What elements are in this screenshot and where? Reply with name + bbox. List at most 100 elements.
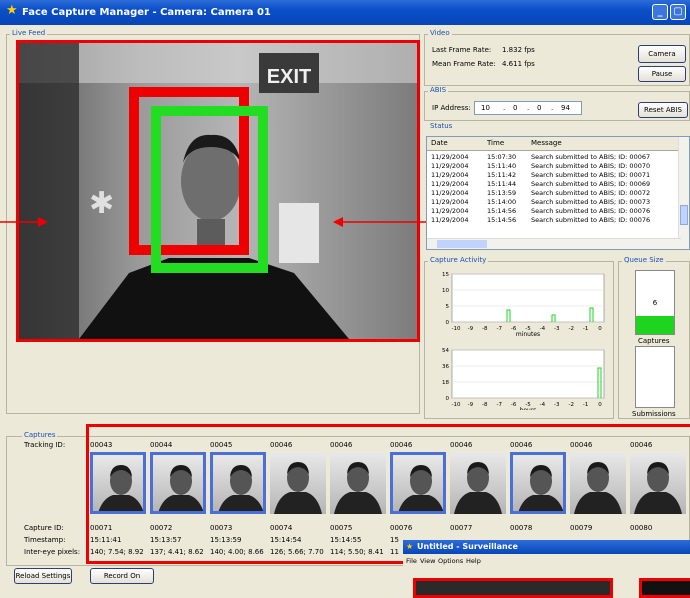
chart-y-tick: 10 (442, 288, 449, 294)
col-message[interactable]: Message (531, 139, 562, 147)
window-titlebar[interactable]: ★ Face Capture Manager - Camera: Camera … (0, 0, 690, 25)
ip-address-input[interactable]: 10 . 0 . 0 . 94 (474, 101, 582, 115)
status-time: 15:07:30 (487, 153, 517, 161)
status-hscroll-thumb[interactable] (437, 240, 487, 248)
status-row[interactable]: 11/29/2004 15:14:56 Search submitted to AB… (427, 216, 685, 224)
status-time: 15:11:42 (487, 171, 517, 179)
status-row[interactable]: 11/29/2004 15:14:56 Search submitted to AB… (427, 207, 685, 215)
status-message: Search submitted to ABIS; ID: 00071 (531, 171, 651, 179)
status-table[interactable]: Date Time Message 11/29/2004 15:07:30 Sear… (426, 136, 690, 250)
hours-chart: 5436180-10-9-8-7-6-5-4-3-2-10hours (442, 348, 605, 410)
pause-button[interactable]: Pause (638, 66, 686, 82)
queue-size-legend: Queue Size (622, 256, 666, 264)
annotation-arrows (0, 217, 430, 227)
chart-x-tick: -2 (568, 402, 573, 408)
reset-abis-button[interactable]: Reset ABIS (638, 102, 688, 118)
status-scrollbar[interactable] (678, 137, 689, 249)
menu-help[interactable]: Help (466, 557, 481, 565)
chart-x-label: minutes (516, 331, 540, 338)
submissions-queue-gauge (635, 346, 675, 408)
chart-x-label: hours (520, 407, 537, 410)
status-message: Search submitted to ABIS; ID: 00076 (531, 216, 651, 224)
col-time[interactable]: Time (487, 139, 504, 147)
status-time: 15:14:00 (487, 198, 517, 206)
intereye-label: Inter-eye pixels: (24, 548, 81, 556)
reload-settings-button[interactable]: Reload Settings (14, 568, 72, 584)
status-date: 11/29/2004 (431, 162, 469, 170)
ip-octet-3: 0 (537, 104, 542, 112)
surveillance-titlebar[interactable]: ★ Untitled - Surveillance (403, 540, 690, 554)
menu-file[interactable]: File (406, 557, 417, 565)
status-date: 11/29/2004 (431, 153, 469, 161)
status-scroll-thumb[interactable] (680, 205, 688, 225)
mean-frame-rate-value: 4.611 fps (502, 60, 535, 68)
minimize-icon[interactable]: _ (652, 4, 668, 20)
surveillance-window[interactable]: ★ Untitled - Surveillance File View Opti… (403, 540, 690, 598)
maximize-icon[interactable]: ▢ (670, 4, 686, 20)
chart-x-tick: 0 (598, 326, 602, 332)
chart-plot-area (451, 349, 605, 399)
capture-id-label: Capture ID: (24, 524, 64, 532)
chart-x-tick: -10 (452, 326, 461, 332)
capture-activity-legend: Capture Activity (428, 256, 489, 264)
status-date: 11/29/2004 (431, 198, 469, 206)
camera-button[interactable]: Camera (638, 45, 686, 63)
status-row[interactable]: 11/29/2004 15:11:42 Search submitted to AB… (427, 171, 685, 179)
status-hscrollbar[interactable] (427, 238, 681, 249)
status-date: 11/29/2004 (431, 207, 469, 215)
chart-x-tick: -3 (554, 326, 560, 332)
timestamp-label: Timestamp: (24, 536, 66, 544)
video-legend: Video (428, 29, 452, 37)
chart-y-tick: 0 (446, 320, 450, 326)
mean-frame-rate-label: Mean Frame Rate: (432, 60, 496, 68)
chart-y-tick: 18 (442, 380, 449, 386)
menu-options[interactable]: Options (438, 557, 463, 565)
status-time: 15:11:40 (487, 162, 517, 170)
chart-x-tick: -2 (568, 326, 573, 332)
status-row[interactable]: 11/29/2004 15:07:30 Search submitted to AB… (427, 153, 685, 161)
chart-x-tick: -6 (511, 402, 517, 408)
last-frame-rate-value: 1.832 fps (502, 46, 535, 54)
status-message: Search submitted to ABIS; ID: 00067 (531, 153, 651, 161)
chart-x-tick: -8 (482, 326, 488, 332)
col-date[interactable]: Date (431, 139, 448, 147)
captures-queue-gauge: 6 (635, 270, 675, 335)
surveillance-feed-1 (413, 578, 613, 598)
menu-view[interactable]: View (420, 557, 435, 565)
captures-queue-value: 6 (652, 299, 658, 307)
status-message: Search submitted to ABIS; ID: 00070 (531, 162, 651, 170)
chart-x-tick: -4 (540, 402, 546, 408)
status-time: 15:11:44 (487, 180, 517, 188)
app-star-icon: ★ (6, 3, 18, 18)
status-row[interactable]: 11/29/2004 15:13:59 Search submitted to AB… (427, 189, 685, 197)
status-row[interactable]: 11/29/2004 15:11:44 Search submitted to AB… (427, 180, 685, 188)
status-row[interactable]: 11/29/2004 15:11:40 Search submitted to AB… (427, 162, 685, 170)
status-date: 11/29/2004 (431, 216, 469, 224)
status-message: Search submitted to ABIS; ID: 00073 (531, 198, 651, 206)
status-date: 11/29/2004 (431, 171, 469, 179)
chart-y-tick: 0 (446, 396, 450, 402)
captures-legend: Captures (22, 431, 58, 439)
chart-x-tick: -9 (468, 326, 474, 332)
chart-y-tick: 15 (442, 272, 449, 278)
chart-x-tick: -1 (583, 326, 588, 332)
record-on-button[interactable]: Record On (90, 568, 154, 584)
status-date: 11/29/2004 (431, 180, 469, 188)
last-frame-rate-label: Last Frame Rate: (432, 46, 492, 54)
chart-x-tick: 0 (598, 402, 602, 408)
chart-x-tick: -1 (583, 402, 588, 408)
chart-x-tick: -3 (554, 402, 560, 408)
chart-x-tick: -4 (540, 326, 546, 332)
capture-activity-charts: 151050-10 -9 -8 -7 -6 -5 -4 -3 -2 -1 0minutes 5436… (442, 272, 605, 410)
tracking-id-label: Tracking ID: (24, 441, 66, 449)
chart-x-tick: -8 (482, 402, 488, 408)
status-time: 15:14:56 (487, 216, 517, 224)
surveillance-title: Untitled - Surveillance (417, 542, 518, 551)
chart-y-tick: 36 (442, 364, 449, 370)
status-message: Search submitted to ABIS; ID: 00076 (531, 207, 651, 215)
ip-octet-4: 94 (561, 104, 570, 112)
live-feed-view: EXIT ✱ (16, 40, 420, 342)
submissions-queue-label: Submissions (632, 410, 676, 418)
status-row[interactable]: 11/29/2004 15:14:00 Search submitted to AB… (427, 198, 685, 206)
ip-octet-2: 0 (513, 104, 518, 112)
